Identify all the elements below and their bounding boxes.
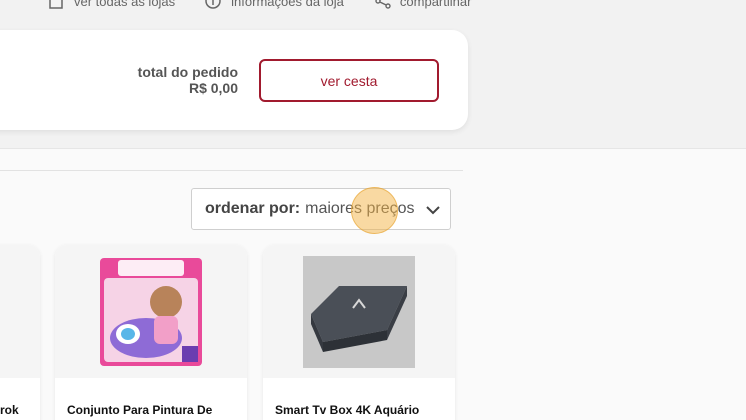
share-icon bbox=[374, 0, 392, 9]
store-icon bbox=[48, 0, 66, 9]
product-image bbox=[0, 245, 40, 378]
link-store-info-label: informações da loja bbox=[231, 0, 344, 9]
order-total-value: R$ 0,00 bbox=[188, 80, 238, 96]
product-title: Smart Tv Box 4K Aquário bbox=[275, 403, 420, 417]
nail-art-kit-image bbox=[100, 257, 202, 366]
product-card[interactable]: Smart Tv Box 4K Aquário bbox=[263, 245, 455, 420]
product-card[interactable]: Conjunto Para Pintura De bbox=[55, 245, 247, 420]
tv-box-image bbox=[303, 255, 415, 368]
product-card[interactable]: rok bbox=[0, 245, 40, 420]
order-total: total do pedido R$ 0,00 bbox=[138, 64, 238, 96]
chevron-down-icon bbox=[424, 201, 442, 219]
info-icon bbox=[205, 0, 223, 9]
link-share[interactable]: compartilhar bbox=[374, 0, 472, 9]
view-cart-button[interactable]: ver cesta bbox=[259, 59, 439, 102]
link-all-stores-label: ver todas as lojas bbox=[74, 0, 176, 9]
product-title: rok bbox=[0, 403, 19, 417]
sort-label: ordenar por: bbox=[205, 200, 301, 217]
store-links-bar: ver todas as lojas informações da loja c… bbox=[48, 0, 471, 9]
link-share-label: compartilhar bbox=[399, 0, 472, 9]
order-total-label: total do pedido bbox=[137, 64, 238, 80]
section-divider bbox=[0, 170, 463, 171]
product-image bbox=[55, 245, 247, 378]
sort-dropdown[interactable]: ordenar por: maiores preços bbox=[191, 188, 451, 230]
cart-summary-card: total do pedido R$ 0,00 ver cesta bbox=[0, 30, 468, 130]
product-image bbox=[263, 245, 455, 378]
link-all-stores[interactable]: ver todas as lojas bbox=[48, 0, 175, 9]
link-store-info[interactable]: informações da loja bbox=[205, 0, 344, 9]
sort-selected-value: maiores preços bbox=[305, 200, 415, 217]
product-title: Conjunto Para Pintura De bbox=[67, 403, 213, 417]
